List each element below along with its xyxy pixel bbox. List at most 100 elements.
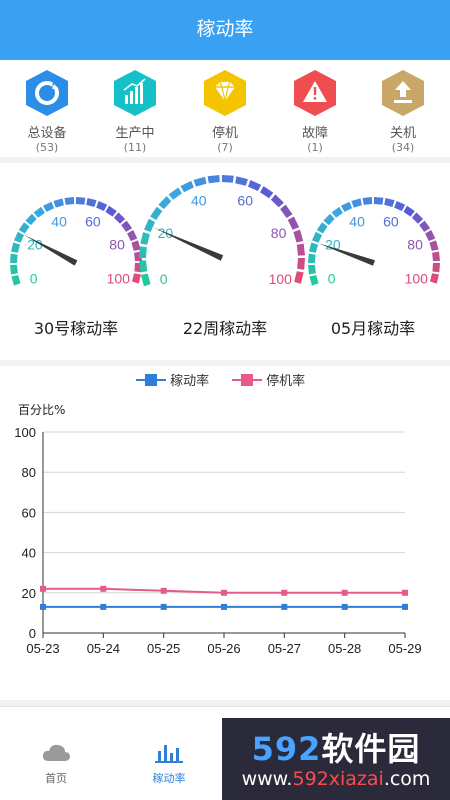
- tab-label: 首页: [45, 772, 67, 785]
- data-point: [402, 603, 408, 610]
- gauge-tick-label: 80: [271, 225, 287, 241]
- refresh-icon: [26, 70, 68, 116]
- gauge-arc-segment: [260, 186, 274, 199]
- y-tick-label: 0: [29, 626, 36, 641]
- line-chart-svg: 0 20 40 60 80 100 05-23 05-24 05-25 05-26 05-27 05-…: [14, 425, 421, 656]
- app-header: 稼动率: [0, 0, 450, 60]
- gauge-arc-segment: [235, 176, 248, 186]
- data-point: [281, 589, 288, 596]
- stat-stopped[interactable]: 停机 (7): [190, 68, 260, 154]
- gauge-arc-segment: [432, 251, 440, 262]
- gauge-arc-segment: [316, 222, 328, 234]
- watermark-number: 592: [251, 730, 322, 768]
- gauge-tick-label: 60: [383, 213, 399, 229]
- gauges-svg: 020406080100020406080100020406080100: [10, 175, 440, 287]
- x-tick-label: 05-25: [147, 641, 180, 656]
- gauge-tick-label: 80: [109, 237, 125, 253]
- gauge-arc-segment: [96, 201, 108, 211]
- gauge-arc-segment: [430, 273, 439, 284]
- data-point: [100, 603, 107, 610]
- stat-count: (1): [307, 141, 323, 154]
- x-tick-label: 05-23: [26, 641, 59, 656]
- stat-shutdown[interactable]: 关机 (34): [368, 68, 438, 154]
- gauge-tick-label: 0: [160, 271, 168, 287]
- gauge-arc-segment: [323, 213, 335, 226]
- site-watermark: 592软件园 www.592xiazai.com: [222, 718, 450, 800]
- gauge-arc-segment: [140, 232, 150, 245]
- gauge-needle: [318, 243, 375, 266]
- gauge-arc-segment: [341, 201, 353, 212]
- data-point: [341, 603, 348, 610]
- x-tick-label: 05-26: [207, 641, 240, 656]
- gauge-arc-segment: [248, 180, 262, 191]
- watermark-url-pre: www.: [241, 768, 293, 790]
- trend-chart-panel: 稼动率 停机率 百分比% 0 20 40 60 80 100 05-23 05-24 05-25…: [0, 366, 450, 700]
- stat-total-devices[interactable]: 总设备 (53): [12, 68, 82, 154]
- gauge-tick-label: 40: [51, 213, 67, 229]
- gauge-arc-segment: [351, 198, 362, 208]
- gauge-arc-segment: [64, 197, 75, 205]
- gauge: 020406080100: [139, 175, 305, 287]
- x-tick-label: 05-28: [328, 641, 361, 656]
- data-point: [221, 603, 227, 610]
- gauge-arc-segment: [419, 220, 431, 232]
- gauge-arc-segment: [296, 243, 305, 256]
- gauge-arc-segment: [308, 253, 316, 263]
- diamond-icon: [204, 70, 246, 116]
- gauge: 020406080100: [308, 197, 440, 286]
- tab-home[interactable]: 首页: [16, 741, 96, 786]
- watermark-url-post: .com: [383, 768, 431, 790]
- gauge-arc-segment: [180, 180, 194, 193]
- data-point: [341, 589, 348, 596]
- data-point: [402, 589, 408, 596]
- stat-label: 故障: [301, 126, 328, 141]
- gauge-tick-label: 40: [191, 193, 207, 209]
- gauge-arc-segment: [394, 201, 406, 211]
- gauge-arc-segment: [374, 197, 384, 205]
- page-title: 稼动率: [196, 18, 254, 40]
- stat-count: (11): [123, 141, 147, 154]
- tab-label: 稼动率: [152, 772, 186, 785]
- gauge-arc-segment: [287, 216, 300, 230]
- bar-chart-icon: [155, 745, 183, 763]
- tab-utilization[interactable]: 稼动率: [129, 741, 209, 786]
- gauge-arc-segment: [270, 194, 284, 208]
- gauge-arc-segment: [193, 176, 207, 187]
- stat-label: 关机: [389, 126, 416, 141]
- stat-count: (34): [391, 141, 415, 154]
- stat-label: 停机: [211, 126, 238, 141]
- gauge-arc-segment: [150, 206, 163, 220]
- upload-icon: [382, 70, 424, 116]
- gauge-arc-segment: [429, 240, 439, 251]
- gauge-arc-segment: [403, 205, 415, 217]
- gauge-tick-label: 100: [107, 270, 131, 286]
- data-point: [40, 585, 46, 592]
- gauge-arc-segment: [207, 175, 220, 184]
- gauge-arc-segment: [105, 205, 117, 217]
- gauge-arc-segment: [127, 230, 138, 242]
- gauge-arc-segment: [308, 264, 316, 275]
- watermark-brand-text: 软件园: [321, 730, 421, 768]
- warning-icon: [294, 70, 336, 116]
- gauge-tick-label: 100: [405, 270, 429, 286]
- stat-fault[interactable]: 故障 (1): [280, 68, 350, 154]
- gauge-arc-segment: [139, 260, 148, 273]
- gauge-caption: 30号稼动率: [33, 319, 119, 338]
- watermark-brand: 592软件园: [222, 724, 450, 770]
- gauge-arc-segment: [53, 198, 64, 208]
- gauge-arc-segment: [76, 197, 86, 205]
- data-point: [100, 585, 107, 592]
- gauge-tick-label: 80: [407, 237, 423, 253]
- device-status-panel: 总设备 (53) 生产中 (11) 停机 (7) 故障 (1) 关机 (34): [0, 60, 450, 157]
- y-tick-label: 20: [22, 586, 36, 601]
- stat-producing[interactable]: 生产中 (11): [100, 68, 170, 154]
- gauge-arc-segment: [312, 231, 322, 243]
- gauge-arc-segment: [113, 212, 126, 224]
- gauge-arc-segment: [140, 273, 151, 287]
- cloud-icon: [42, 744, 70, 761]
- gauge-arc-segment: [294, 271, 304, 284]
- gauge-arc-segment: [11, 242, 20, 253]
- gauge-arc-segment: [384, 198, 395, 207]
- gauge-tick-label: 40: [349, 213, 365, 229]
- gauge-arc-segment: [139, 246, 147, 258]
